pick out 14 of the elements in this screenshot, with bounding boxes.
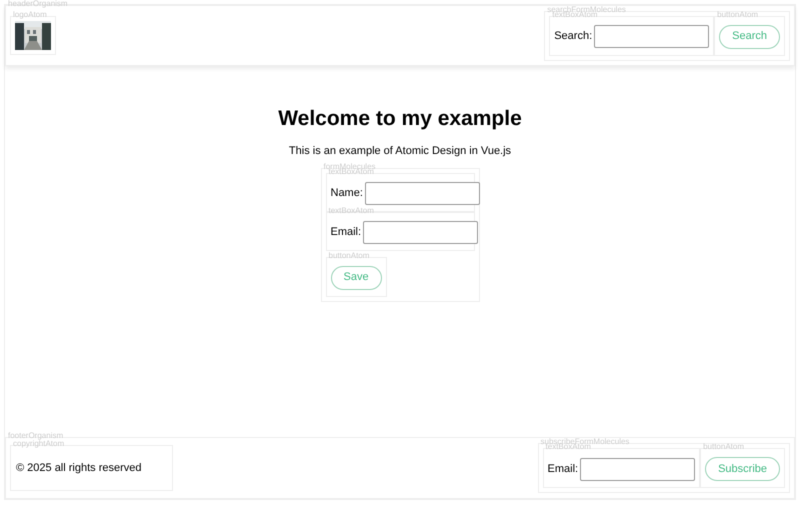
intro-text: This is an example of Atomic Design in Vue.js <box>288 144 512 160</box>
action-button[interactable]: Save <box>330 266 382 290</box>
input-field[interactable] <box>580 458 696 480</box>
field-label: Email: <box>548 462 578 477</box>
input-field[interactable] <box>594 25 710 48</box>
action-button[interactable]: Search <box>719 24 780 48</box>
input-field[interactable] <box>363 220 478 244</box>
copyright-text: © 2025 all rights reserved <box>16 462 142 474</box>
field-label: Email: <box>330 224 362 240</box>
action-button[interactable]: Subscribe <box>705 457 780 481</box>
page-heading: Welcome to my example <box>278 106 522 132</box>
field-label: Search: <box>554 29 592 44</box>
field-label: Name: <box>330 186 363 201</box>
input-field[interactable] <box>364 182 480 205</box>
